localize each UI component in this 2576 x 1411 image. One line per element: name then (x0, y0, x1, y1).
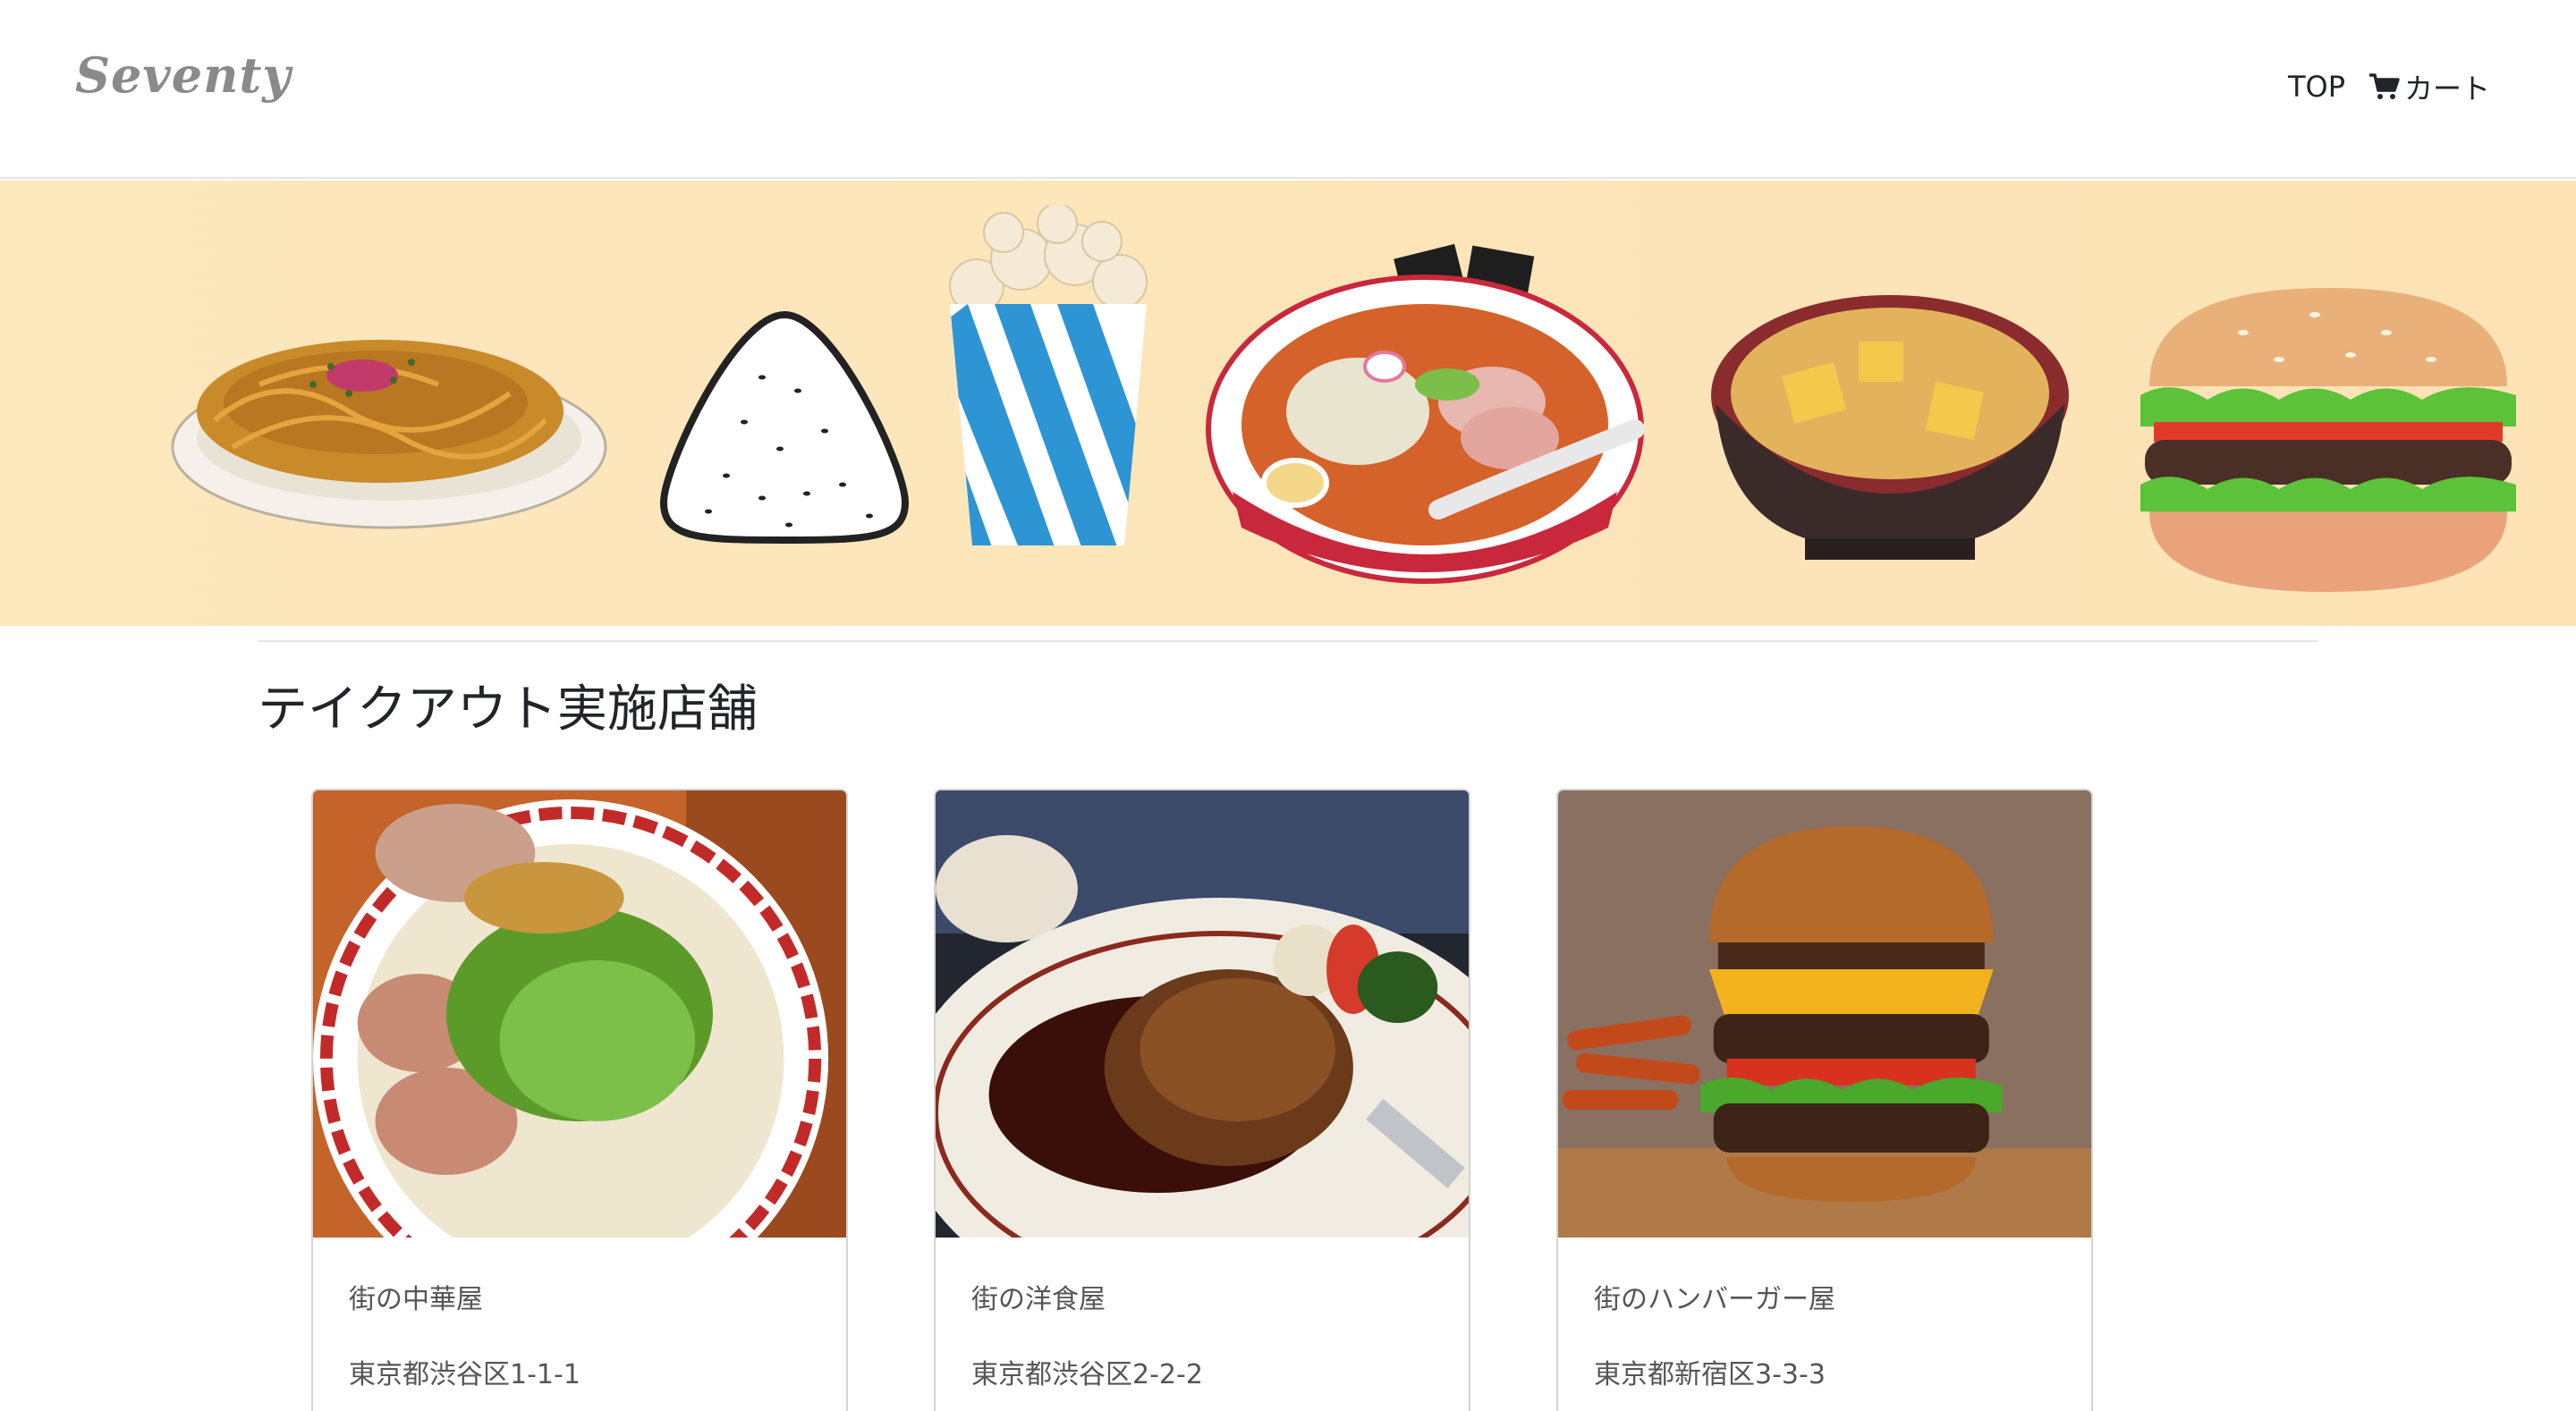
nav-cart-link[interactable]: カート (2368, 66, 2490, 107)
shop-name: 街のハンバーガー屋 (1594, 1284, 1835, 1315)
section-divider (258, 640, 2318, 642)
popcorn-icon (949, 206, 1148, 545)
nav-top-label: TOP (2287, 70, 2345, 104)
shop-address: 東京都新宿区3-3-3 (1594, 1359, 1826, 1390)
onigiri-icon (659, 310, 910, 545)
hero-banner (0, 181, 2576, 626)
burger-photo (1558, 790, 2091, 1238)
nav-top-link[interactable]: TOP (2288, 70, 2345, 104)
yakisoba-icon (171, 340, 607, 529)
nav-cart-label: カート (2403, 72, 2490, 106)
shop-card[interactable]: 街のハンバーガー屋 東京都新宿区3-3-3 (1556, 789, 2093, 1411)
shop-card[interactable]: 街の洋食屋 東京都渋谷区2-2-2 (934, 789, 1470, 1411)
main-nav: TOP カート (2288, 66, 2490, 107)
card-body: 街のハンバーガー屋 東京都新宿区3-3-3 (1558, 1277, 2091, 1391)
shop-address: 東京都渋谷区2-2-2 (971, 1359, 1203, 1390)
brand-logo[interactable]: Seventy (75, 46, 292, 104)
shop-card[interactable]: 街の中華屋 東京都渋谷区1-1-1 (311, 789, 848, 1411)
ramen-photo (313, 790, 846, 1238)
card-body: 街の中華屋 東京都渋谷区1-1-1 (313, 1277, 846, 1391)
cart-icon (2368, 72, 2401, 101)
card-body: 街の洋食屋 東京都渋谷区2-2-2 (936, 1277, 1469, 1391)
shop-name: 街の中華屋 (349, 1284, 483, 1315)
navbar: Seventy TOP カート (0, 0, 2576, 179)
hamburg-steak-photo (936, 790, 1469, 1238)
hamburger-icon (2140, 288, 2516, 592)
section-title: テイクアウト実施店舗 (258, 680, 758, 739)
shop-address: 東京都渋谷区1-1-1 (349, 1359, 580, 1390)
ramen-icon (1206, 243, 1645, 584)
miso-soup-icon (1711, 295, 2069, 560)
shop-name: 街の洋食屋 (971, 1284, 1106, 1315)
